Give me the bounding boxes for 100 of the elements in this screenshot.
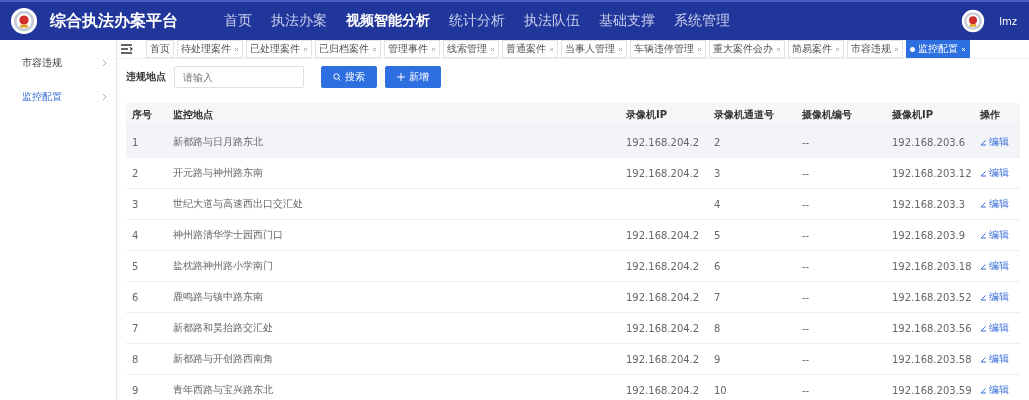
search-icon <box>333 73 341 81</box>
edit-link[interactable]: 编辑 <box>980 352 1020 366</box>
page-tab[interactable]: 重大案件会办 <box>709 40 785 58</box>
page-tab[interactable]: 市容违规 <box>847 40 903 58</box>
edit-link[interactable]: 编辑 <box>980 383 1020 397</box>
emblem-icon <box>10 7 38 35</box>
table-cell-text: 1 <box>132 136 140 148</box>
table-cell-text: 192.168.204.2 <box>626 167 701 179</box>
table-cell-text: 神州路清华学士园西门口 <box>173 228 284 242</box>
field-label: 违规地点 <box>126 70 166 84</box>
nav-item[interactable]: 执法队伍 <box>524 12 580 30</box>
edit-link[interactable]: 编辑 <box>980 259 1020 273</box>
table-cell-text: 3 <box>132 198 140 210</box>
table-cell-text: -- <box>802 229 811 241</box>
table-cell-text: -- <box>802 136 811 148</box>
table-cell-text: 8 <box>132 353 140 365</box>
column-header: 序号 <box>132 107 153 122</box>
table-cell-text: 新都路与日月路东北 <box>173 135 264 149</box>
page-tab[interactable]: 首页 <box>146 40 174 58</box>
edit-icon <box>980 293 987 301</box>
page-tab[interactable]: 已处理案件 <box>246 40 312 58</box>
search-button[interactable]: 搜索 <box>321 66 377 88</box>
close-icon[interactable] <box>697 46 702 52</box>
nav-item[interactable]: 视频智能分析 <box>346 12 430 30</box>
edit-icon <box>980 200 987 208</box>
table-cell-text: 5 <box>132 260 140 272</box>
column-header: 摄像机IP <box>892 107 935 122</box>
page-tab[interactable]: 已归档案件 <box>315 40 381 58</box>
edit-link[interactable]: 编辑 <box>980 228 1020 242</box>
close-icon[interactable] <box>549 46 554 52</box>
close-icon[interactable] <box>303 46 308 52</box>
column-header: 录像机通道号 <box>714 107 775 122</box>
edit-icon <box>980 169 987 177</box>
table-cell-text: 4 <box>714 198 722 210</box>
nav-item[interactable]: 统计分析 <box>449 12 505 30</box>
close-icon[interactable] <box>776 46 781 52</box>
edit-icon <box>980 262 987 270</box>
close-icon[interactable] <box>618 46 623 52</box>
close-icon[interactable] <box>234 46 239 52</box>
nav-item[interactable]: 执法办案 <box>271 12 327 30</box>
table-cell-text: 192.168.203.6 <box>892 136 967 148</box>
close-icon[interactable] <box>490 46 495 52</box>
close-icon[interactable] <box>431 46 436 52</box>
table-cell-text: 新都路和昊抬路交汇处 <box>173 321 274 335</box>
emblem-icon <box>961 9 986 33</box>
edit-icon <box>980 324 987 332</box>
page-tab[interactable]: 当事人管理 <box>561 40 627 58</box>
table-cell-text: 7 <box>132 322 140 334</box>
sidebar-item[interactable]: 监控配置 <box>0 80 116 114</box>
add-button[interactable]: 新增 <box>385 66 441 88</box>
page-tab[interactable]: 线索管理 <box>443 40 499 58</box>
table-cell-text: 192.168.203.59 <box>892 384 973 396</box>
page-tab[interactable]: 管理事件 <box>384 40 440 58</box>
table-row[interactable]: 1 新都路与日月路东北 192.168.204.2 2 -- 192.168.203.6 编辑 <box>126 127 1020 158</box>
table-cell-text: 7 <box>714 291 722 303</box>
edit-link[interactable]: 编辑 <box>980 290 1020 304</box>
table-cell-text: 192.168.203.9 <box>892 229 967 241</box>
page-tab[interactable]: 普通案件 <box>502 40 558 58</box>
page-tab[interactable]: 监控配置 <box>906 40 970 58</box>
edit-icon <box>980 386 987 394</box>
edit-icon <box>980 138 987 146</box>
page-tab[interactable]: 待处理案件 <box>177 40 243 58</box>
table-cell-text: 192.168.203.18 <box>892 260 973 272</box>
table-cell-text: 192.168.203.56 <box>892 322 973 334</box>
chevron-icon <box>102 93 108 101</box>
location-input[interactable]: 请输入 <box>174 66 304 88</box>
table-cell-text: 192.168.203.58 <box>892 353 973 365</box>
column-header: 监控地点 <box>173 107 214 122</box>
nav-item[interactable]: 基础支撑 <box>599 12 655 30</box>
table-cell-text: 9 <box>132 384 140 396</box>
nav-item[interactable]: 系统管理 <box>674 12 730 30</box>
table-cell-text: 192.168.204.2 <box>626 384 701 396</box>
user-name[interactable]: lmz <box>999 15 1017 27</box>
edit-link[interactable]: 编辑 <box>980 135 1020 149</box>
sidebar-item[interactable]: 市容违规 <box>0 46 116 80</box>
table-cell-text: -- <box>802 260 811 272</box>
column-header: 操作 <box>980 107 1001 122</box>
table-cell-text: 2 <box>714 136 722 148</box>
table-cell-text: 192.168.204.2 <box>626 322 701 334</box>
table-cell-text: -- <box>802 291 811 303</box>
page-tab[interactable]: 简易案件 <box>788 40 844 58</box>
table-cell-text: 192.168.204.2 <box>626 229 701 241</box>
table-cell-text: 5 <box>714 229 722 241</box>
table-cell-text: 4 <box>132 229 140 241</box>
edit-link[interactable]: 编辑 <box>980 321 1020 335</box>
table-cell-text: 鹿鸣路与镇中路东南 <box>173 290 264 304</box>
close-icon[interactable] <box>835 46 840 52</box>
close-icon[interactable] <box>372 46 377 52</box>
edit-link[interactable]: 编辑 <box>980 197 1020 211</box>
table-cell-text: 开元路与神州路东南 <box>173 166 264 180</box>
table-cell-text: 世纪大道与高速西出口交汇处 <box>173 197 304 211</box>
app-title: 综合执法办案平台 <box>50 10 179 32</box>
menu-icon[interactable] <box>121 44 133 54</box>
edit-link[interactable]: 编辑 <box>980 166 1020 180</box>
table-cell-text: 8 <box>714 322 722 334</box>
close-icon[interactable] <box>894 46 899 52</box>
page-tab[interactable]: 车辆违停管理 <box>630 40 706 58</box>
chevron-icon <box>102 59 108 67</box>
nav-item[interactable]: 首页 <box>224 12 252 30</box>
table-cell-text: 3 <box>714 167 722 179</box>
